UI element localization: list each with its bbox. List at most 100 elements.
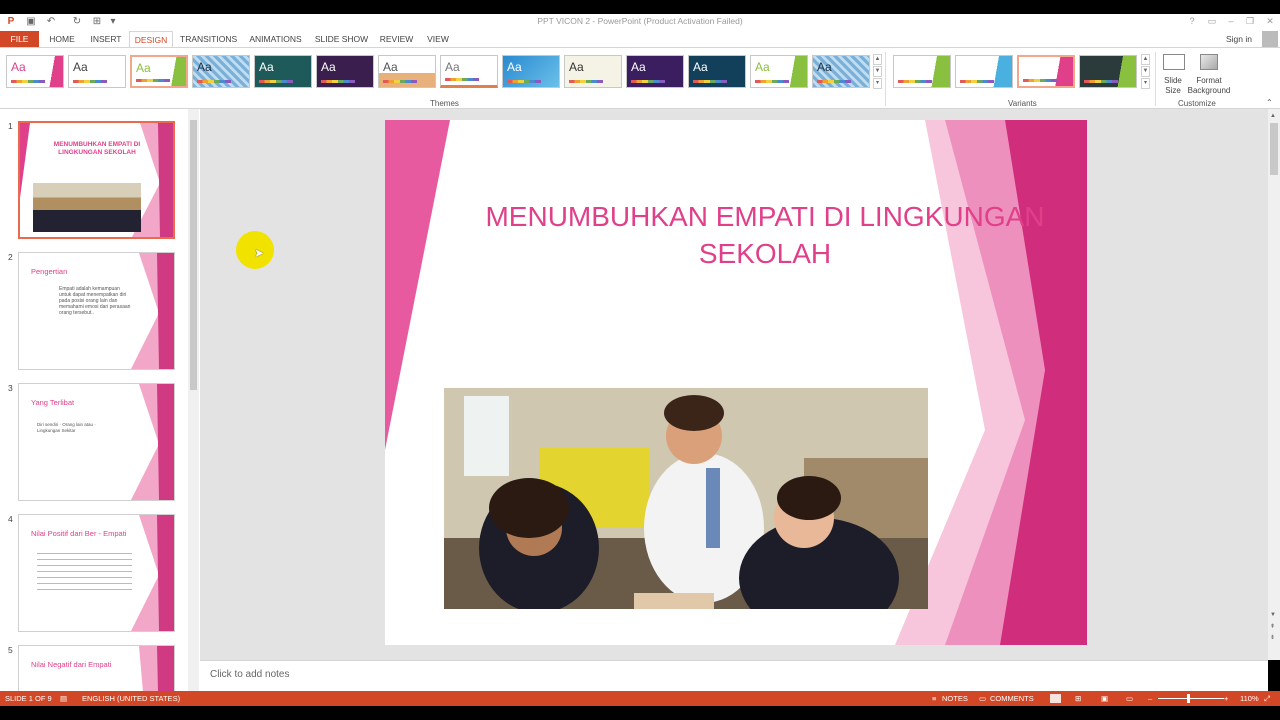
theme-sample-text: Aa: [693, 60, 708, 74]
tab-design[interactable]: DESIGN: [129, 31, 173, 47]
theme-option[interactable]: Aa: [192, 55, 250, 88]
sign-in-link[interactable]: Sign in: [1226, 32, 1252, 46]
variant-option[interactable]: [893, 55, 951, 88]
tab-file[interactable]: FILE: [0, 31, 39, 47]
zoom-slider-thumb[interactable]: [1187, 694, 1190, 703]
slide-thumbnail-3[interactable]: Yang Terlibat Diri sendiri · Orang lain …: [18, 383, 175, 501]
zoom-slider[interactable]: [1158, 698, 1224, 699]
variants-more-icon[interactable]: ▾: [1141, 78, 1150, 89]
theme-option[interactable]: Aa: [254, 55, 312, 88]
tab-animations[interactable]: ANIMATIONS: [247, 31, 304, 47]
scroll-up-icon[interactable]: ▲: [1270, 113, 1276, 119]
variant-option[interactable]: [955, 55, 1013, 88]
thumb-classroom-photo: [33, 183, 141, 232]
slide-thumbnail-1[interactable]: MENUMBUHKAN EMPATI DI LINGKUNGAN SEKOLAH: [18, 121, 175, 239]
collapse-ribbon-icon[interactable]: ⌃: [1266, 98, 1273, 107]
notes-pane[interactable]: Click to add notes: [200, 660, 1268, 691]
zoom-level[interactable]: 110%: [1240, 691, 1259, 706]
variants-group-label: Variants: [1008, 99, 1037, 108]
notes-icon[interactable]: ≡: [932, 691, 936, 706]
ribbon-display-options-icon[interactable]: ▭: [1203, 15, 1221, 28]
theme-sample-text: Aa: [321, 60, 336, 74]
comments-icon[interactable]: ▭: [979, 691, 986, 706]
notes-placeholder[interactable]: Click to add notes: [210, 669, 290, 680]
design-ribbon: Aa Aa Aa Aa Aa Aa Aa Aa Aa Aa Aa Aa Aa A…: [0, 47, 1280, 109]
slide-thumbnail-4[interactable]: Nilai Positif dari Ber - Empati: [18, 514, 175, 632]
thumb-title: MENUMBUHKAN EMPATI DI LINGKUNGAN SEKOLAH: [53, 141, 141, 156]
theme-sample-text: Aa: [136, 61, 151, 75]
slide-number: 3: [8, 383, 13, 393]
theme-option[interactable]: Aa: [812, 55, 870, 88]
theme-option[interactable]: Aa: [316, 55, 374, 88]
theme-option[interactable]: Aa: [378, 55, 436, 88]
status-bar: SLIDE 1 OF 9 ▤ ENGLISH (UNITED STATES) ≡…: [0, 691, 1280, 706]
spelling-icon[interactable]: ▤: [60, 691, 67, 706]
theme-option[interactable]: Aa: [6, 55, 64, 88]
scroll-down-icon[interactable]: ▼: [1270, 612, 1276, 618]
language-indicator[interactable]: ENGLISH (UNITED STATES): [82, 691, 180, 706]
theme-option[interactable]: Aa: [688, 55, 746, 88]
themes-scroll-down-icon[interactable]: ▼: [873, 66, 882, 77]
next-slide-icon[interactable]: ⇟: [1270, 634, 1275, 641]
format-background-icon[interactable]: [1200, 54, 1218, 70]
theme-option[interactable]: Aa: [68, 55, 126, 88]
thumbnail-scrollbar-thumb[interactable]: [190, 120, 197, 390]
tab-transitions[interactable]: TRANSITIONS: [180, 31, 237, 47]
variants-scroll-up-icon[interactable]: ▲: [1141, 54, 1150, 65]
normal-view-icon[interactable]: [1050, 694, 1061, 703]
zoom-out-icon[interactable]: –: [1148, 691, 1152, 706]
slide-size-icon[interactable]: [1163, 54, 1185, 70]
themes-more-icon[interactable]: ▾: [873, 78, 882, 89]
help-icon[interactable]: ?: [1183, 15, 1201, 28]
theme-sample-text: Aa: [197, 60, 212, 74]
tab-insert[interactable]: INSERT: [88, 31, 124, 47]
slide-thumbnail-5[interactable]: Nilai Negatif dari Empati: [18, 645, 175, 691]
slide-sorter-icon[interactable]: ⊞: [1075, 691, 1081, 706]
previous-slide-icon[interactable]: ⇞: [1270, 623, 1275, 630]
tab-slide-show[interactable]: SLIDE SHOW: [314, 31, 369, 47]
format-background-button[interactable]: Format Background: [1186, 76, 1232, 96]
current-slide[interactable]: MENUMBUHKAN EMPATI DI LINGKUNGAN SEKOLAH: [385, 120, 1087, 645]
theme-option[interactable]: Aa: [502, 55, 560, 88]
slide-show-icon[interactable]: ▭: [1126, 691, 1133, 706]
themes-group-label: Themes: [430, 99, 459, 108]
tab-review[interactable]: REVIEW: [378, 31, 415, 47]
theme-option[interactable]: Aa: [626, 55, 684, 88]
variant-option[interactable]: [1017, 55, 1075, 88]
slide-scrollbar[interactable]: ▲ ▼ ⇞ ⇟: [1268, 109, 1280, 660]
close-icon[interactable]: ✕: [1261, 15, 1279, 28]
theme-option[interactable]: Aa: [440, 55, 498, 88]
tab-home[interactable]: HOME: [44, 31, 80, 47]
slide-size-button[interactable]: Slide Size: [1158, 76, 1188, 96]
reading-view-icon[interactable]: ▣: [1101, 691, 1108, 706]
slide-thumbnail-2[interactable]: Pengertian Empati adalah kemampuan untuk…: [18, 252, 175, 370]
themes-scroll-up-icon[interactable]: ▲: [873, 54, 882, 65]
ribbon-divider: [1155, 52, 1156, 106]
classroom-photo[interactable]: [444, 388, 928, 609]
fit-to-window-icon[interactable]: ⤢: [1264, 691, 1270, 706]
theme-sample-text: Aa: [569, 60, 584, 74]
tab-view[interactable]: VIEW: [424, 31, 452, 47]
slide-title-line-1: MENUMBUHKAN EMPATI DI LINGKUNGAN: [485, 201, 1045, 232]
bottom-black-bar: [0, 706, 1280, 720]
theme-sample-text: Aa: [755, 60, 770, 74]
comments-button[interactable]: COMMENTS: [990, 691, 1034, 706]
theme-option[interactable]: Aa: [750, 55, 808, 88]
restore-icon[interactable]: ❐: [1241, 15, 1259, 28]
zoom-in-icon[interactable]: +: [1224, 691, 1228, 706]
theme-option[interactable]: Aa: [130, 55, 188, 88]
avatar[interactable]: [1262, 31, 1278, 47]
minimize-icon[interactable]: –: [1222, 15, 1240, 28]
variants-scroll-down-icon[interactable]: ▼: [1141, 66, 1150, 77]
theme-sample-text: Aa: [383, 60, 398, 74]
top-black-bar: [0, 0, 1280, 14]
thumb-title: Nilai Negatif dari Empati: [31, 660, 112, 669]
theme-option[interactable]: Aa: [564, 55, 622, 88]
notes-button[interactable]: NOTES: [942, 691, 968, 706]
slide-scrollbar-thumb[interactable]: [1270, 123, 1278, 175]
variant-option[interactable]: [1079, 55, 1137, 88]
slide-title[interactable]: MENUMBUHKAN EMPATI DI LINGKUNGAN SEKOLAH: [445, 198, 1085, 272]
theme-sample-text: Aa: [507, 60, 522, 74]
theme-sample-text: Aa: [11, 60, 26, 74]
mouse-pointer-icon: ➤: [254, 246, 265, 260]
